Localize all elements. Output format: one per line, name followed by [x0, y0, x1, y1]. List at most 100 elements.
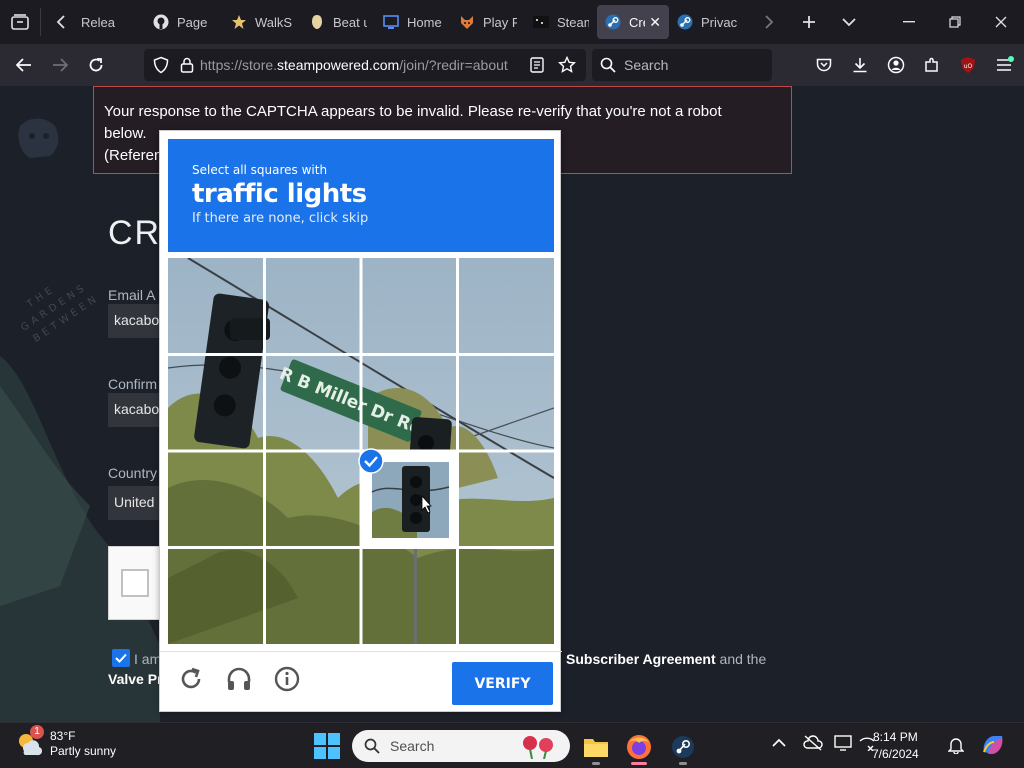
challenge-tile[interactable] — [459, 549, 554, 644]
chevron-right-icon — [765, 15, 774, 29]
scroll-tabs-left-button[interactable] — [41, 0, 81, 44]
recaptcha-checkbox[interactable] — [121, 569, 149, 597]
downloads-button[interactable] — [842, 47, 878, 83]
challenge-tile[interactable] — [459, 258, 554, 353]
back-button[interactable] — [6, 47, 42, 83]
forward-button[interactable] — [42, 47, 78, 83]
audio-challenge-button[interactable] — [222, 662, 256, 696]
display-tray-icon[interactable] — [834, 735, 852, 756]
tab-create-account[interactable]: Cre ✕ — [597, 5, 669, 39]
steam-taskbar-button[interactable] — [665, 729, 701, 765]
search-placeholder: Search — [624, 57, 669, 73]
challenge-tile[interactable] — [168, 258, 263, 353]
agree-terms-text: Subscriber Agreement and the — [566, 651, 767, 667]
challenge-tile[interactable] — [168, 355, 263, 450]
show-hidden-icons-button[interactable] — [772, 735, 786, 753]
list-all-tabs-button[interactable] — [829, 0, 869, 44]
challenge-tile[interactable] — [265, 355, 360, 450]
email-field[interactable]: kacabo — [108, 304, 164, 338]
close-window-button[interactable] — [978, 0, 1024, 44]
arrow-left-icon — [16, 58, 31, 72]
puzzle-icon — [925, 57, 938, 72]
challenge-tile[interactable] — [168, 549, 263, 644]
account-icon — [887, 56, 905, 74]
windows-taskbar: 1 83°F Partly sunny Search 8:14 PM 7/6/2… — [0, 722, 1024, 768]
tab-steam[interactable]: Steam — [525, 5, 597, 39]
extensions-button[interactable] — [914, 47, 950, 83]
country-select[interactable]: United — [108, 486, 164, 520]
subscriber-agreement-link[interactable]: Subscriber Agreement — [566, 651, 716, 667]
recaptcha-challenge: Select all squares with traffic lights I… — [159, 130, 562, 713]
challenge-footer: VERIFY — [160, 651, 562, 713]
update-dot-icon — [1008, 56, 1014, 62]
challenge-tile[interactable] — [265, 549, 360, 644]
error-text-line: Your response to the CAPTCHA appears to … — [104, 103, 722, 120]
tab-label: Beat u — [333, 14, 367, 30]
address-bar[interactable]: https://store.steampowered.com/join/?red… — [144, 49, 586, 81]
privacy-policy-link[interactable]: Valve Pr — [108, 671, 163, 687]
onedrive-tray-icon[interactable] — [803, 735, 823, 756]
weather-widget[interactable]: 1 83°F Partly sunny — [16, 725, 116, 759]
tab-play[interactable]: Play F — [451, 5, 525, 39]
pocket-button[interactable] — [806, 47, 842, 83]
challenge-tile[interactable] — [362, 549, 457, 644]
tab-label: Play F — [483, 14, 517, 30]
roses-icon — [523, 736, 553, 759]
new-tab-button[interactable] — [789, 0, 829, 44]
start-button[interactable] — [314, 733, 340, 759]
challenge-tile[interactable] — [265, 258, 360, 353]
challenge-tile[interactable] — [168, 452, 263, 547]
help-button[interactable] — [270, 662, 304, 696]
arrow-right-icon — [53, 58, 68, 72]
challenge-instruction: Select all squares with — [192, 163, 328, 177]
challenge-tile[interactable] — [265, 452, 360, 547]
tab-home[interactable]: Home — [375, 5, 451, 39]
challenge-tile[interactable] — [459, 355, 554, 450]
reload-challenge-button[interactable] — [174, 662, 208, 696]
scroll-tabs-right-button[interactable] — [749, 0, 789, 44]
reload-icon — [89, 58, 103, 72]
tab-label: WalkS — [255, 14, 293, 30]
agree-text: I am — [134, 651, 162, 667]
firefox-taskbar-button[interactable] — [621, 729, 657, 765]
confirm-email-field[interactable]: kacabo — [108, 393, 164, 427]
verify-button[interactable]: VERIFY — [452, 662, 553, 705]
shield-icon — [309, 14, 325, 30]
tab-privacy[interactable]: Privac — [669, 5, 749, 39]
taskbar-search[interactable]: Search — [352, 730, 570, 762]
copilot-button[interactable] — [980, 732, 1006, 763]
close-tab-icon[interactable]: ✕ — [649, 14, 661, 31]
tracking-protection-icon[interactable] — [152, 56, 170, 74]
account-button[interactable] — [878, 47, 914, 83]
checkmark-icon — [115, 653, 127, 663]
challenge-header: Select all squares with traffic lights I… — [168, 139, 554, 252]
reader-view-icon[interactable] — [530, 57, 544, 73]
tab-overview-button[interactable] — [0, 0, 40, 44]
minimize-button[interactable] — [886, 0, 932, 44]
restore-button[interactable] — [932, 0, 978, 44]
chevron-up-icon — [772, 738, 786, 747]
reload-button[interactable] — [78, 47, 114, 83]
challenge-tile-selected[interactable] — [358, 448, 457, 547]
url-text[interactable]: https://store.steampowered.com/join/?red… — [200, 57, 520, 73]
system-clock[interactable]: 8:14 PM 7/6/2024 — [872, 729, 919, 763]
lock-icon[interactable] — [180, 57, 194, 73]
challenge-target: traffic lights — [192, 179, 367, 209]
tab-walks[interactable]: WalkS — [223, 5, 301, 39]
challenge-tile[interactable] — [362, 258, 457, 353]
browser-tab-bar: Relea Page WalkS Beat u Home Play F Stea… — [0, 0, 1024, 44]
ublock-button[interactable]: uO — [950, 47, 986, 83]
ublock-icon: uO — [961, 57, 975, 73]
headphones-icon — [227, 667, 251, 690]
challenge-tile[interactable] — [459, 452, 554, 547]
tab-beat[interactable]: Beat u — [301, 5, 375, 39]
challenge-tile[interactable] — [362, 355, 457, 450]
notifications-button[interactable] — [947, 736, 965, 759]
app-menu-button[interactable] — [986, 47, 1022, 83]
tab-page[interactable]: Page — [145, 5, 223, 39]
bookmark-star-icon[interactable] — [558, 56, 576, 74]
file-explorer-taskbar-button[interactable] — [578, 729, 614, 765]
tab-release[interactable]: Relea — [81, 5, 145, 39]
search-bar[interactable]: Search — [592, 49, 772, 81]
agree-checkbox[interactable] — [112, 649, 130, 667]
